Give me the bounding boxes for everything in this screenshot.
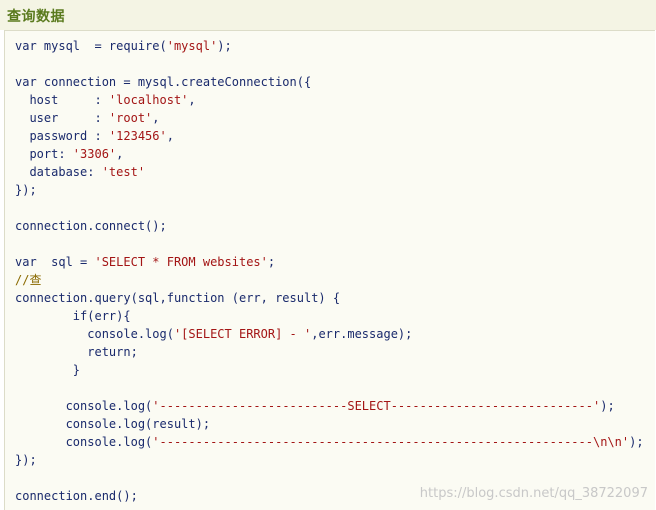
code-token: } (15, 363, 81, 377)
section-title: 查询数据 (7, 9, 65, 25)
code-line: var sql = 'SELECT * FROM websites'; (15, 253, 275, 271)
code-token: 'localhost' (108, 93, 189, 107)
code-token: '---------------------------------------… (152, 435, 630, 449)
code-token: ; (267, 255, 276, 269)
code-token: 'mysql' (166, 39, 218, 53)
code-line: database: 'test' (15, 163, 145, 181)
code-token: host : (15, 93, 109, 107)
code-token: '[SELECT ERROR] - ' (173, 327, 312, 341)
watermark: https://blog.csdn.net/qq_38722097 (419, 486, 648, 501)
code-token: console.log( (15, 399, 153, 413)
code-line: connection.connect(); (15, 217, 167, 235)
code-token: connection.query(sql,function (err, resu… (15, 291, 341, 305)
code-token: console.log( (15, 327, 174, 341)
code-line: password : '123456', (15, 127, 174, 145)
code-token: ); (217, 39, 232, 53)
code-token: '123456' (108, 129, 167, 143)
code-line: //查 (15, 271, 41, 289)
code-token: ); (600, 399, 615, 413)
code-token: connection.connect(); (15, 219, 167, 233)
code-line: console.log(result); (15, 415, 211, 433)
code-token: port: (15, 147, 73, 161)
code-block: var mysql = require('mysql'); var connect… (4, 30, 655, 510)
code-token: }); (15, 183, 37, 197)
code-token: connection.end(); (15, 489, 138, 503)
code-line: connection.query(sql,function (err, resu… (15, 289, 340, 307)
code-token: ,err.message); (311, 327, 413, 341)
code-token: console.log( (15, 435, 153, 449)
code-token: return; (15, 345, 138, 359)
code-line: } (15, 361, 80, 379)
code-line: return; (15, 343, 138, 361)
code-token: '3306' (72, 147, 117, 161)
code-token: user : (15, 111, 109, 125)
code-token: console.log(result); (15, 417, 211, 431)
code-line: host : 'localhost', (15, 91, 196, 109)
code-line: connection.end(); (15, 487, 138, 505)
code-line: }); (15, 451, 37, 469)
code-token: , (116, 147, 124, 161)
code-token: var connection = mysql.createConnection(… (15, 75, 312, 89)
code-token: var sql = (15, 255, 95, 269)
code-token: //查 (15, 273, 42, 287)
code-line: user : 'root', (15, 109, 160, 127)
code-line: var connection = mysql.createConnection(… (15, 73, 311, 91)
code-token: 'root' (108, 111, 153, 125)
code-token: database: (15, 165, 102, 179)
code-token: var mysql = require( (15, 39, 167, 53)
code-token: ); (629, 435, 644, 449)
code-token: if(err){ (15, 309, 131, 323)
section-header: 查询数据 (0, 0, 656, 30)
code-line: }); (15, 181, 37, 199)
code-token: password : (15, 129, 109, 143)
code-token: , (166, 129, 174, 143)
code-token: , (152, 111, 160, 125)
code-token: 'SELECT * FROM websites' (94, 255, 268, 269)
code-line: var mysql = require('mysql'); (15, 37, 232, 55)
code-line: port: '3306', (15, 145, 123, 163)
code-token: '--------------------------SELECT-------… (152, 399, 601, 413)
code-line: console.log('[SELECT ERROR] - ',err.mess… (15, 325, 412, 343)
code-token: }); (15, 453, 37, 467)
code-line: console.log('---------------------------… (15, 433, 644, 451)
code-line: console.log('--------------------------S… (15, 397, 615, 415)
code-token: 'test' (101, 165, 146, 179)
code-token: , (188, 93, 196, 107)
code-line: if(err){ (15, 307, 131, 325)
